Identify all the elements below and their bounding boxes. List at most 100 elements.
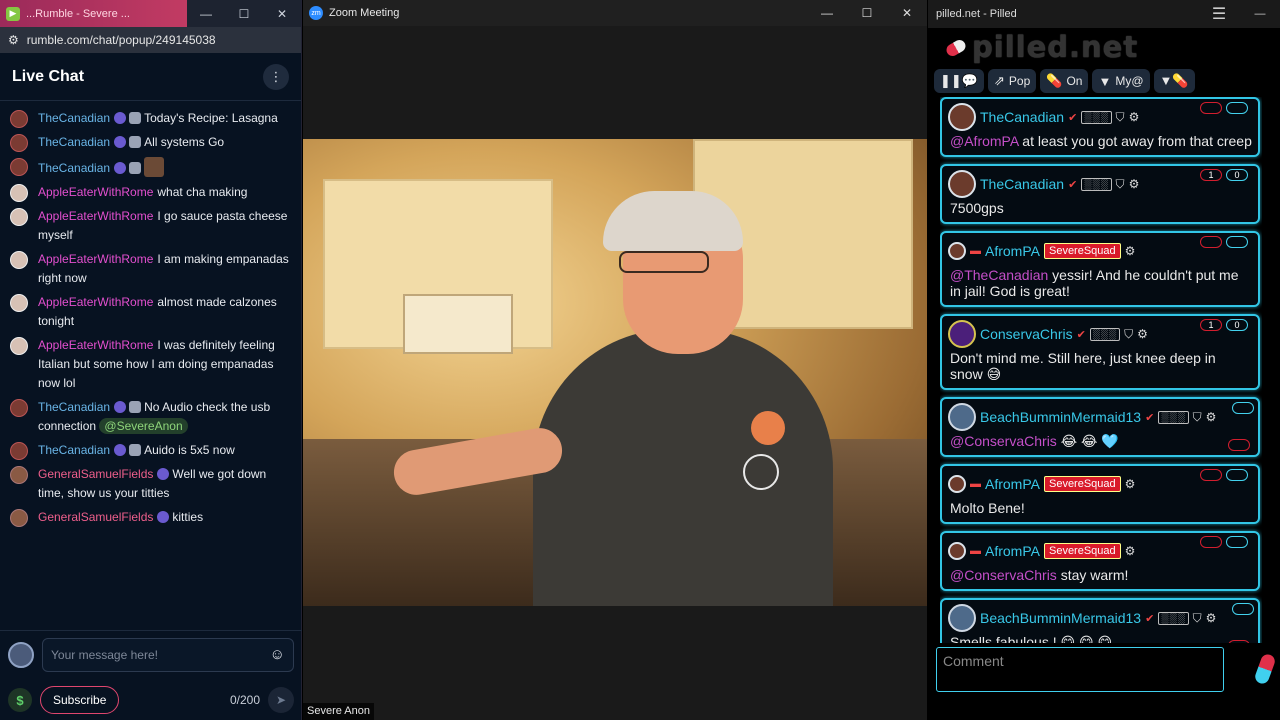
username-link[interactable]: GeneralSamuelFields <box>38 467 153 481</box>
subscribe-button[interactable]: Subscribe <box>40 686 120 714</box>
pop-button[interactable]: ⇗ Pop <box>987 69 1037 93</box>
mention-pill[interactable]: @SevereAnon <box>99 418 188 434</box>
message-input[interactable]: Your message here! ☺ <box>42 637 294 672</box>
participant-video[interactable] <box>303 139 927 606</box>
user-avatar[interactable] <box>10 251 28 269</box>
mention-link[interactable]: @TheCanadian <box>950 267 1048 283</box>
gear-icon[interactable]: ⚙ <box>1125 477 1136 491</box>
upvote-button[interactable] <box>1226 536 1248 548</box>
username-link[interactable]: TheCanadian <box>38 111 110 125</box>
gear-icon[interactable]: ⚙ <box>1206 611 1217 625</box>
downvote-button[interactable] <box>1200 236 1222 248</box>
username-link[interactable]: AfromPA <box>985 476 1040 492</box>
username-link[interactable]: TheCanadian <box>38 400 110 414</box>
minimize-icon[interactable]: — <box>187 0 225 27</box>
user-avatar[interactable] <box>10 509 28 527</box>
username-link[interactable]: TheCanadian <box>38 135 110 149</box>
maximize-icon[interactable]: ☐ <box>225 0 263 27</box>
chat-message-list: TheCanadian Today's Recipe: Lasagna TheCan… <box>0 101 301 527</box>
downvote-button[interactable]: 1 <box>1200 319 1222 331</box>
user-avatar[interactable] <box>10 442 28 460</box>
pilled-message-card: BeachBumminMermaid13 ✔ ░░░ ⛉ ⚙ @ConservaChris… <box>940 397 1260 457</box>
user-avatar[interactable] <box>10 399 28 417</box>
gear-icon[interactable]: ⚙ <box>1129 177 1140 191</box>
gear-icon[interactable]: ⚙ <box>1125 544 1136 558</box>
gear-icon[interactable]: ⚙ <box>1125 244 1136 258</box>
username-link[interactable]: BeachBumminMermaid13 <box>980 610 1141 626</box>
url-bar[interactable]: ⚙ rumble.com/chat/popup/249145038 <box>0 27 301 53</box>
downvote-button[interactable] <box>1228 640 1250 643</box>
username-link[interactable]: TheCanadian <box>38 161 110 175</box>
mention-link[interactable]: @ConservaChris <box>950 433 1057 449</box>
user-avatar[interactable] <box>948 475 966 493</box>
message-input-placeholder: Your message here! <box>51 647 158 662</box>
user-avatar[interactable] <box>10 184 28 202</box>
username-link[interactable]: AppleEaterWithRome <box>38 252 153 266</box>
username-link[interactable]: AfromPA <box>985 543 1040 559</box>
maximize-icon[interactable]: ☐ <box>847 0 887 26</box>
user-avatar[interactable] <box>10 110 28 128</box>
user-avatar[interactable] <box>948 170 976 198</box>
minimize-icon[interactable]: — <box>807 0 847 26</box>
user-avatar[interactable] <box>10 337 28 355</box>
gear-icon[interactable]: ⚙ <box>1206 410 1217 424</box>
username-link[interactable]: TheCanadian <box>980 109 1064 125</box>
minimize-icon[interactable]: — <box>1240 8 1280 20</box>
user-avatar[interactable] <box>10 208 28 226</box>
pilled-window: pilled.net - Pilled ☰ — pilled.net ❚❚💬 ⇗… <box>928 0 1280 720</box>
rant-dollar-icon[interactable]: $ <box>8 688 32 712</box>
mention-link[interactable]: @ConservaChris <box>950 567 1057 583</box>
user-avatar[interactable] <box>948 320 976 348</box>
upvote-button[interactable]: 0 <box>1226 169 1248 181</box>
emoji-picker-icon[interactable]: ☺ <box>270 646 285 663</box>
close-icon[interactable]: ✕ <box>263 0 301 27</box>
username-link[interactable]: TheCanadian <box>980 176 1064 192</box>
close-icon[interactable]: ✕ <box>887 0 927 26</box>
user-avatar[interactable] <box>948 403 976 431</box>
user-avatar[interactable] <box>10 466 28 484</box>
gear-icon[interactable]: ⚙ <box>1137 327 1148 341</box>
username-link[interactable]: TheCanadian <box>38 443 110 457</box>
user-avatar[interactable] <box>10 134 28 152</box>
on-button[interactable]: 💊 On <box>1040 69 1089 93</box>
chat-view-button[interactable]: ❚❚💬 <box>934 69 984 93</box>
username-link[interactable]: GeneralSamuelFields <box>38 510 153 524</box>
more-options-icon[interactable]: ⋮ <box>263 63 289 90</box>
user-avatar[interactable] <box>948 604 976 632</box>
my-avatar <box>8 641 34 668</box>
downvote-button[interactable] <box>1228 439 1250 451</box>
send-pill-icon[interactable] <box>1253 652 1277 686</box>
gear-icon[interactable]: ⚙ <box>1129 110 1140 124</box>
user-avatar[interactable] <box>948 103 976 131</box>
username-link[interactable]: AppleEaterWithRome <box>38 209 153 223</box>
upvote-button[interactable]: 0 <box>1226 319 1248 331</box>
user-avatar[interactable] <box>948 242 966 260</box>
downvote-button[interactable] <box>1200 536 1222 548</box>
upvote-button[interactable] <box>1232 603 1254 615</box>
my-mentions-button[interactable]: ▼ My@ <box>1092 69 1150 93</box>
user-avatar[interactable] <box>10 294 28 312</box>
downvote-button[interactable] <box>1200 469 1222 481</box>
user-avatar[interactable] <box>10 158 28 176</box>
username-link[interactable]: BeachBumminMermaid13 <box>980 409 1141 425</box>
filter-button[interactable]: ▼💊 <box>1153 69 1195 93</box>
username-link[interactable]: ConservaChris <box>980 326 1073 342</box>
browser-tab[interactable]: ▶ ...Rumble - Severe ... <box>0 0 187 27</box>
user-avatar[interactable] <box>948 542 966 560</box>
card-message-text: @ConservaChris stay warm! <box>948 567 1252 583</box>
username-link[interactable]: AppleEaterWithRome <box>38 295 153 309</box>
username-link[interactable]: AppleEaterWithRome <box>38 185 153 199</box>
menu-icon[interactable]: ☰ <box>1198 4 1240 24</box>
upvote-button[interactable] <box>1232 402 1254 414</box>
upvote-button[interactable] <box>1226 102 1248 114</box>
comment-input[interactable]: Comment <box>936 647 1224 692</box>
downvote-button[interactable] <box>1200 102 1222 114</box>
upvote-button[interactable] <box>1226 236 1248 248</box>
username-link[interactable]: AfromPA <box>985 243 1040 259</box>
site-settings-icon[interactable]: ⚙ <box>8 33 19 47</box>
send-icon[interactable]: ➤ <box>268 687 294 713</box>
upvote-button[interactable] <box>1226 469 1248 481</box>
downvote-button[interactable]: 1 <box>1200 169 1222 181</box>
mention-link[interactable]: @AfromPA <box>950 133 1018 149</box>
username-link[interactable]: AppleEaterWithRome <box>38 338 153 352</box>
